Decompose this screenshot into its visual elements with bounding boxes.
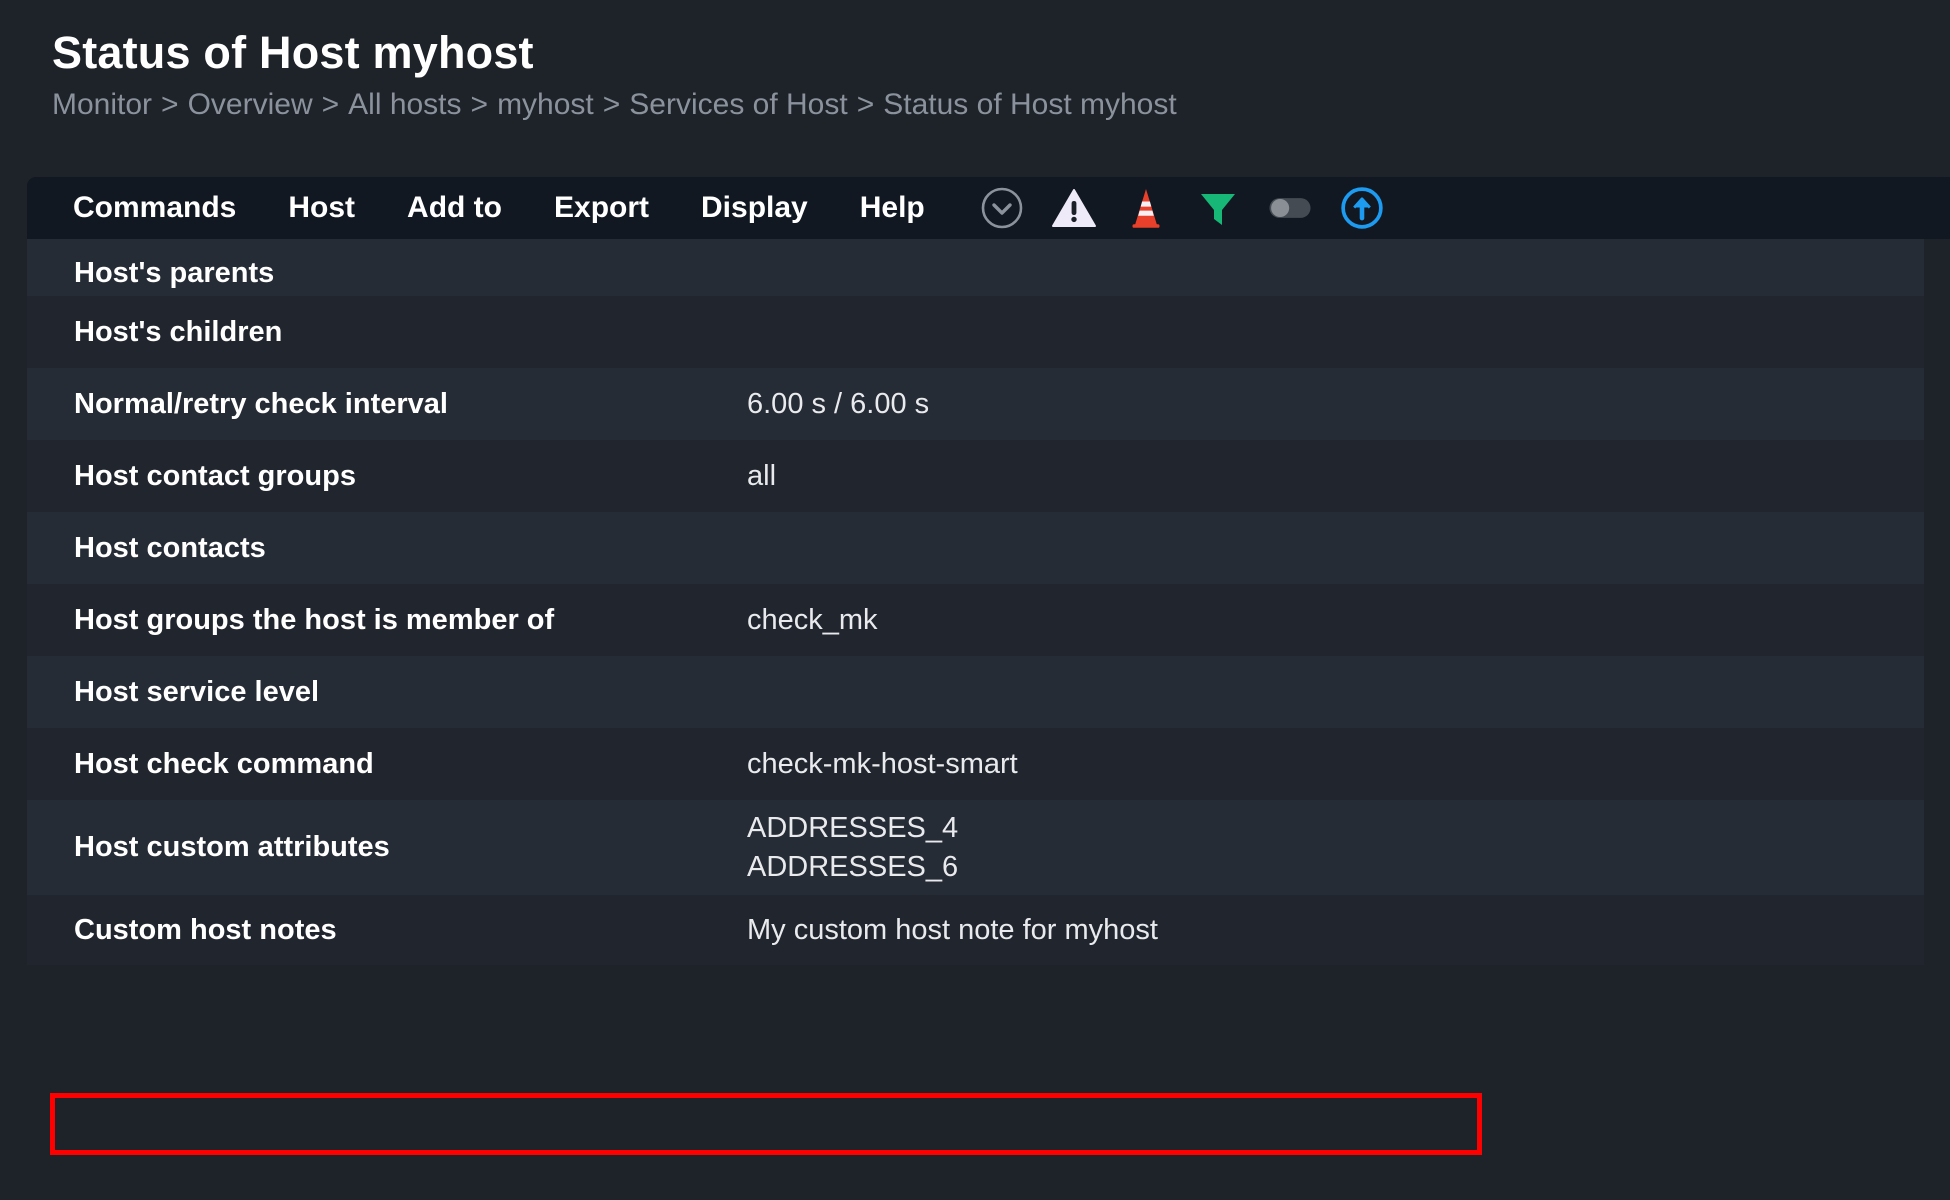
- breadcrumb-item-overview[interactable]: Overview: [188, 88, 313, 121]
- row-value: ADDRESSES_4 ADDRESSES_6: [747, 809, 958, 887]
- row-label: Host service level: [74, 676, 747, 709]
- row-value: My custom host note for myhost: [747, 911, 1158, 950]
- row-label: Host's children: [74, 316, 747, 349]
- table-row: Host's parents: [27, 239, 1924, 296]
- row-value: 6.00 s / 6.00 s: [747, 385, 929, 424]
- row-label: Host groups the host is member of: [74, 604, 747, 637]
- breadcrumb-item-status-of-host-myhost: Status of Host myhost: [883, 88, 1176, 121]
- row-label: Host custom attributes: [74, 831, 747, 864]
- table-row: Host's children: [27, 296, 1924, 368]
- warning-triangle-icon[interactable]: [1051, 185, 1097, 231]
- breadcrumb-item-services-of-host[interactable]: Services of Host: [629, 88, 847, 121]
- chevron-down-circle-icon[interactable]: [979, 185, 1025, 231]
- toggle-switch-off-icon[interactable]: [1267, 185, 1313, 231]
- menu-add-to[interactable]: Add to: [381, 191, 528, 225]
- row-label: Host contact groups: [74, 460, 747, 493]
- breadcrumb-item-all-hosts[interactable]: All hosts: [348, 88, 461, 121]
- table-row: Host contacts: [27, 512, 1924, 584]
- row-label: Normal/retry check interval: [74, 388, 747, 421]
- table-row: Host check commandcheck-mk-host-smart: [27, 728, 1924, 800]
- page-title: Status of Host myhost: [52, 28, 1950, 78]
- toolbar-menus: CommandsHostAdd toExportDisplayHelp: [47, 191, 951, 225]
- row-label: Host contacts: [74, 532, 747, 565]
- upload-arrow-circle-icon[interactable]: [1339, 185, 1385, 231]
- action-toolbar: CommandsHostAdd toExportDisplayHelp: [27, 177, 1950, 239]
- breadcrumb-separator: >: [161, 88, 179, 121]
- table-row: Host custom attributesADDRESSES_4 ADDRES…: [27, 800, 1924, 895]
- breadcrumb-separator: >: [471, 88, 489, 121]
- menu-export[interactable]: Export: [528, 191, 675, 225]
- table-row: Host groups the host is member ofcheck_m…: [27, 584, 1924, 656]
- breadcrumb-item-monitor[interactable]: Monitor: [52, 88, 152, 121]
- row-label: Host's parents: [74, 257, 747, 290]
- breadcrumb-separator: >: [603, 88, 621, 121]
- host-status-table: Host's parents Host's children Normal/retr…: [27, 239, 1924, 1200]
- breadcrumb-separator: >: [322, 88, 340, 121]
- table-row: Normal/retry check interval6.00 s / 6.00…: [27, 368, 1924, 440]
- menu-commands[interactable]: Commands: [47, 191, 262, 225]
- row-label: Custom host notes: [74, 914, 747, 947]
- toolbar-icons: [979, 185, 1385, 231]
- table-row: Host contact groupsall: [27, 440, 1924, 512]
- row-value: check_mk: [747, 601, 878, 640]
- table-row: Host service level: [27, 656, 1924, 728]
- row-value: check-mk-host-smart: [747, 745, 1018, 784]
- page-header: Status of Host myhost Monitor>Overview>A…: [0, 0, 1950, 122]
- menu-help[interactable]: Help: [834, 191, 951, 225]
- menu-host[interactable]: Host: [262, 191, 381, 225]
- row-value: all: [747, 457, 776, 496]
- traffic-cone-icon[interactable]: [1123, 185, 1169, 231]
- breadcrumb-item-myhost[interactable]: myhost: [497, 88, 594, 121]
- row-label: Host check command: [74, 748, 747, 781]
- filter-funnel-icon[interactable]: [1195, 185, 1241, 231]
- menu-display[interactable]: Display: [675, 191, 834, 225]
- app-page: Status of Host myhost Monitor>Overview>A…: [0, 0, 1950, 1200]
- breadcrumb-separator: >: [857, 88, 875, 121]
- breadcrumb: Monitor>Overview>All hosts>myhost>Servic…: [52, 88, 1950, 123]
- table-row: Custom host notesMy custom host note for…: [27, 895, 1924, 965]
